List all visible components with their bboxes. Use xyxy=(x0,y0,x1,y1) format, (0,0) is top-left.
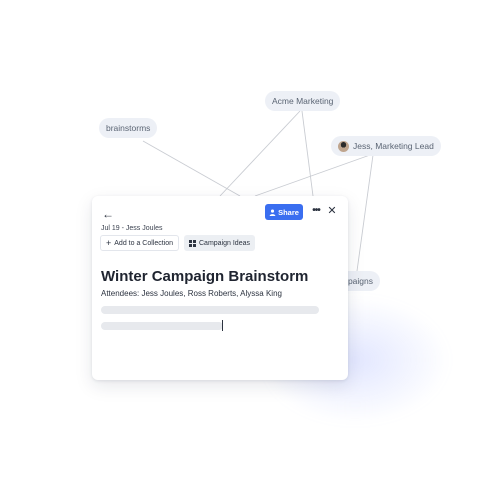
collection-tag-label: Campaign Ideas xyxy=(199,239,250,247)
tag-label: brainstorms xyxy=(106,123,151,133)
collection-tag-campaign-ideas[interactable]: Campaign Ideas xyxy=(184,235,255,251)
add-to-collection-button[interactable]: + Add to a Collection xyxy=(100,235,180,251)
connector-campaigns xyxy=(356,154,374,272)
note-meta: Jul 19 - Jess Joules xyxy=(101,225,163,232)
arrow-left-icon[interactable]: ← xyxy=(102,208,116,220)
plus-icon: + xyxy=(106,237,112,248)
page-title[interactable]: Winter Campaign Brainstorm xyxy=(101,268,308,285)
more-horizontal-icon[interactable]: ••• xyxy=(310,206,322,218)
connector-acme-left xyxy=(219,110,301,197)
person-icon xyxy=(269,209,276,216)
add-to-collection-label: Add to a Collection xyxy=(114,239,174,247)
tag-acme-marketing[interactable]: Acme Marketing xyxy=(265,91,341,111)
grid-icon xyxy=(189,239,196,247)
placeholder-line xyxy=(101,306,319,314)
text-cursor xyxy=(222,320,223,331)
avatar xyxy=(338,140,349,152)
share-button[interactable]: Share xyxy=(265,204,303,220)
canvas: Acme Marketing brainstorms Jess, Marketi… xyxy=(0,0,500,500)
connector-brainstorms xyxy=(142,140,241,197)
tag-label: Acme Marketing xyxy=(272,96,334,106)
placeholder-line xyxy=(101,322,223,330)
close-icon[interactable]: ✕ xyxy=(326,206,338,218)
tag-label: Jess, Marketing Lead xyxy=(353,141,434,151)
share-label: Share xyxy=(278,207,299,217)
attendees-text[interactable]: Attendees: Jess Joules, Ross Roberts, Al… xyxy=(101,289,282,298)
tag-brainstorms[interactable]: brainstorms xyxy=(99,118,158,138)
connector-acme-right xyxy=(301,110,314,197)
tag-jess-marketing-lead[interactable]: Jess, Marketing Lead xyxy=(331,136,441,156)
note-card: ← Share ••• ✕ Jul 19 - Jess Joules + Add… xyxy=(92,196,348,380)
